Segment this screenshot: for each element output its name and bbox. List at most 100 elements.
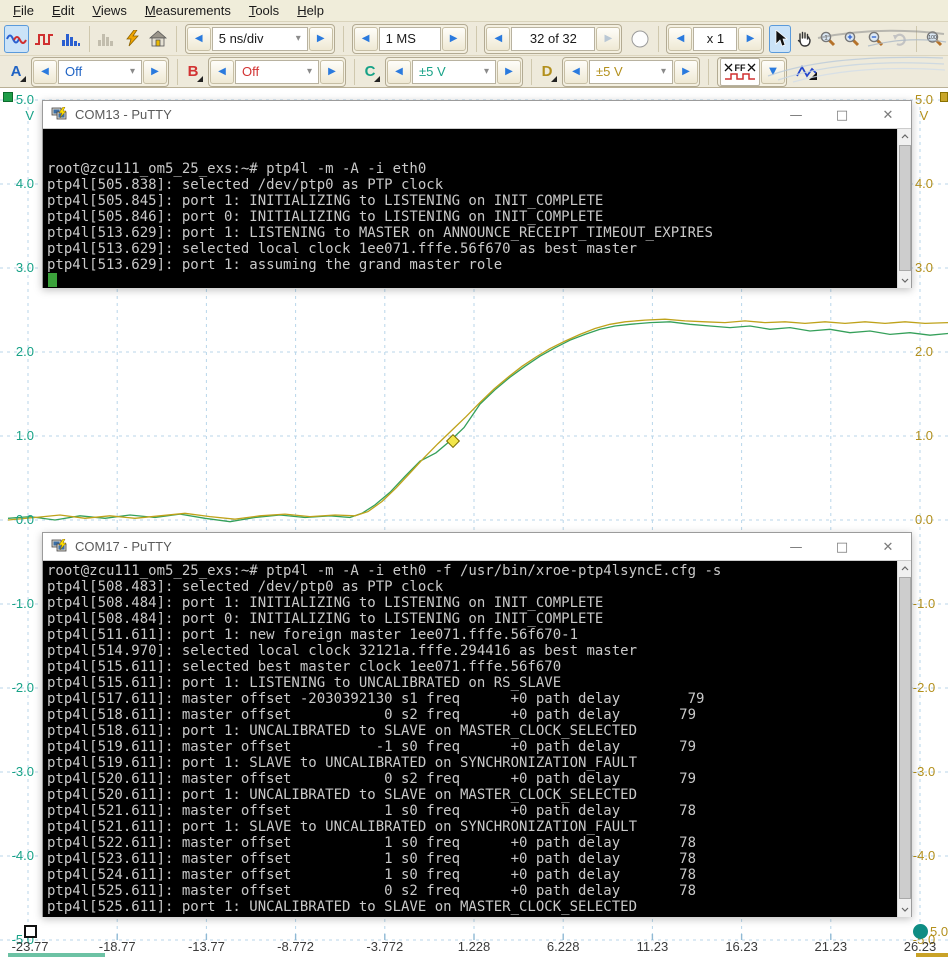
trigger-marker-diamond[interactable] (447, 435, 460, 448)
samples-decrease-button[interactable]: ◀ (354, 27, 378, 51)
digital-inputs-button[interactable]: FF (720, 58, 760, 86)
auto-setup-button[interactable] (122, 25, 144, 53)
channel-d-range-down-button[interactable]: ◀ (564, 60, 588, 84)
scrollbar-thumb[interactable] (899, 145, 911, 271)
digital-inputs-dropdown-button[interactable]: ▼ (761, 60, 785, 84)
scrollbar[interactable] (897, 561, 911, 917)
channel-a-range-up-button[interactable]: ▶ (143, 60, 167, 84)
terminal-line: ptp4l[513.629]: port 1: LISTENING to MAS… (43, 225, 911, 241)
menu-measurements[interactable]: Measurements (136, 0, 240, 22)
channel-c-range-select[interactable]: ±5 V ▾ (412, 60, 496, 84)
math-channels-button[interactable] (792, 58, 822, 86)
lightning-icon (125, 30, 141, 47)
timebase-increase-button[interactable]: ▶ (309, 27, 333, 51)
channel-c-range-up-button[interactable]: ▶ (497, 60, 521, 84)
channel-b-range-up-button[interactable]: ▶ (320, 60, 344, 84)
chevron-down-icon: ▾ (307, 66, 312, 77)
channel-d-indicator-square (940, 92, 948, 102)
close-button[interactable]: ✕ (865, 101, 911, 129)
putty-window-com13[interactable]: COM13 - PuTTY — □ ✕ root@zcu111_om5_25_e… (42, 100, 912, 288)
close-button[interactable]: ✕ (865, 533, 911, 561)
channel-b-range-down-button[interactable]: ◀ (210, 60, 234, 84)
toolbar-separator (176, 26, 177, 52)
maximize-button[interactable]: □ (819, 533, 865, 561)
spectrum-mode-button[interactable] (58, 25, 83, 53)
home-button[interactable] (146, 25, 171, 53)
scroll-up-button[interactable] (898, 129, 911, 144)
channel-d-range-select[interactable]: ±5 V ▾ (589, 60, 673, 84)
terminal-line: ptp4l[508.484]: port 0: INITIALIZING to … (43, 611, 911, 627)
channel-a-menu-button[interactable]: A (6, 60, 26, 84)
scroll-down-button[interactable] (898, 902, 911, 917)
scope-mode-button[interactable] (4, 25, 29, 53)
axis-marker-square[interactable] (24, 925, 37, 938)
axis-handle-label: 5.0 (930, 924, 948, 939)
terminal-output: root@zcu111_om5_25_exs:~# ptp4l -m -A -i… (43, 563, 911, 915)
maximize-button[interactable]: □ (819, 101, 865, 129)
zoom-window-button[interactable]: 1 (817, 25, 839, 53)
samples-increase-button[interactable]: ▶ (442, 27, 466, 51)
axis-offset-handle[interactable] (913, 924, 928, 939)
putty-window-com17[interactable]: COM17 - PuTTY — □ ✕ root@zcu111_om5_25_e… (42, 532, 912, 917)
minimize-button[interactable]: — (773, 101, 819, 129)
pointer-tool-button[interactable] (769, 25, 791, 53)
zoom-out-button[interactable] (865, 25, 887, 53)
samples-field[interactable]: 1 MS (379, 27, 441, 51)
axis-tick-label: 2.0 (904, 345, 944, 359)
buffer-previous-button[interactable]: ◀ (486, 27, 510, 51)
axis-tick-label: -2.0 (0, 681, 36, 695)
axis-tick-label: 1.0 (0, 429, 36, 443)
persistence-disabled-button (95, 25, 120, 53)
zoom-full-button[interactable]: 100 (922, 25, 947, 53)
menu-help[interactable]: Help (288, 0, 333, 22)
menu-views[interactable]: Views (83, 0, 135, 22)
menu-tools[interactable]: Tools (240, 0, 288, 22)
channel-b-range-select[interactable]: Off ▾ (235, 60, 319, 84)
channel-a-range-down-button[interactable]: ◀ (33, 60, 57, 84)
channel-b-range-control: ◀ Off ▾ ▶ (208, 57, 346, 87)
scrollbar[interactable] (897, 129, 911, 288)
terminal-line: ptp4l[511.611]: port 1: new foreign mast… (43, 627, 911, 643)
menu-file[interactable]: File (4, 0, 43, 22)
putty-icon (51, 539, 68, 554)
axis-tick-label: 3.0 (0, 261, 36, 275)
putty-com13-title-bar[interactable]: COM13 - PuTTY — □ ✕ (43, 101, 911, 129)
scroll-up-button[interactable] (898, 561, 911, 576)
persistence-mode-button[interactable] (31, 25, 56, 53)
putty-com17-terminal[interactable]: root@zcu111_om5_25_exs:~# ptp4l -m -A -i… (43, 561, 911, 917)
digital-inputs-icon: FF (723, 62, 757, 82)
terminal-line: root@zcu111_om5_25_exs:~# ptp4l -m -A -i… (43, 563, 911, 579)
terminal-line: ptp4l[524.611]: master offset 1 s0 freq … (43, 867, 911, 883)
channel-b-menu-button[interactable]: B (183, 60, 203, 84)
timebase-decrease-button[interactable]: ◀ (187, 27, 211, 51)
minimize-button[interactable]: — (773, 533, 819, 561)
zoom-in-button[interactable] (841, 25, 863, 53)
channel-d-menu-button[interactable]: D (537, 60, 557, 84)
terminal-line: ptp4l[515.611]: selected best master clo… (43, 659, 911, 675)
channel-c-range-down-button[interactable]: ◀ (387, 60, 411, 84)
square-wave-icon (34, 31, 54, 47)
terminal-line: ptp4l[508.483]: selected /dev/ptp0 as PT… (43, 579, 911, 595)
timebase-control: ◀ 5 ns/div ▾ ▶ (185, 24, 335, 54)
timebase-value: 5 ns/div (219, 31, 264, 46)
toolbar-separator (708, 59, 709, 85)
toolbar-separator (916, 26, 917, 52)
scroll-down-button[interactable] (898, 273, 911, 288)
putty-com13-terminal[interactable]: root@zcu111_om5_25_exs:~# ptp4l -m -A -i… (43, 129, 911, 288)
channel-d-range-up-button[interactable]: ▶ (674, 60, 698, 84)
scrollbar-thumb[interactable] (899, 577, 911, 899)
channel-d-range-control: ◀ ±5 V ▾ ▶ (562, 57, 700, 87)
channel-c-menu-button[interactable]: C (360, 60, 380, 84)
putty-com17-title-bar[interactable]: COM17 - PuTTY — □ ✕ (43, 533, 911, 561)
toolbar-separator (476, 26, 477, 52)
channel-a-range-select[interactable]: Off ▾ (58, 60, 142, 84)
zoom-decrease-button[interactable]: ◀ (668, 27, 692, 51)
zoom-increase-button[interactable]: ▶ (738, 27, 762, 51)
buffer-overview-button[interactable] (627, 25, 652, 53)
hand-tool-button[interactable] (793, 25, 815, 53)
menu-edit[interactable]: Edit (43, 0, 83, 22)
axis-unit-label: V (0, 109, 36, 123)
terminal-line: ptp4l[519.611]: port 1: SLAVE to UNCALIB… (43, 755, 911, 771)
terminal-line: ptp4l[505.845]: port 1: INITIALIZING to … (43, 193, 911, 209)
timebase-select[interactable]: 5 ns/div ▾ (212, 27, 308, 51)
